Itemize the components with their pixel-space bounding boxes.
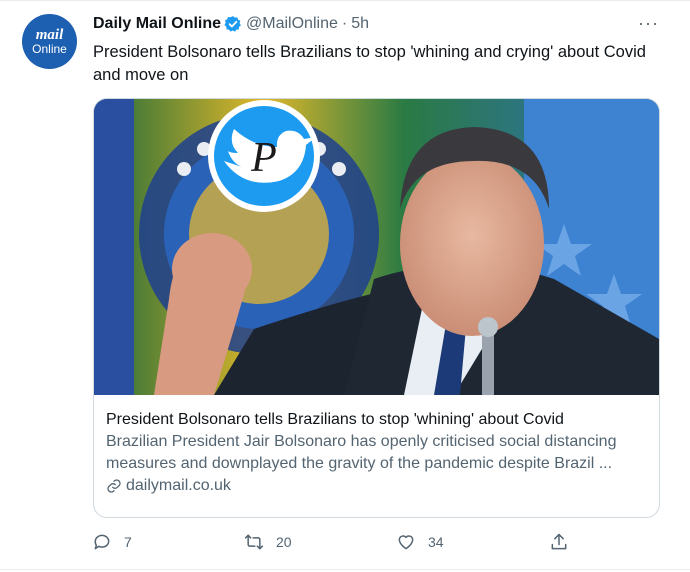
share-button[interactable]	[549, 532, 569, 552]
watermark-letter: P	[250, 135, 277, 181]
verified-badge-icon	[224, 16, 241, 32]
avatar-logo-line1: mail	[35, 26, 64, 43]
card-description-line1: Brazilian President Jair Bolsonaro has o…	[106, 433, 617, 450]
reply-count: 7	[124, 534, 132, 550]
avatar[interactable]: mail Online	[22, 14, 77, 69]
separator-dot: ·	[341, 15, 348, 32]
retweet-button[interactable]: 20	[244, 532, 292, 552]
link-icon	[107, 479, 121, 493]
reply-button[interactable]: 7	[92, 532, 132, 552]
link-card[interactable]: P President Bolsonaro tells Brazilians t…	[93, 98, 660, 518]
tweet-timestamp[interactable]: 5h	[351, 15, 369, 33]
top-divider	[0, 0, 690, 1]
avatar-logo-line2: Online	[32, 41, 67, 56]
like-count: 34	[428, 534, 444, 550]
card-domain: dailymail.co.uk	[106, 475, 651, 497]
like-icon	[398, 535, 414, 550]
more-icon[interactable]: ···	[638, 14, 659, 32]
action-bar: 7 20 34	[0, 532, 690, 554]
card-title: President Bolsonaro tells Brazilians to …	[106, 411, 564, 428]
like-button[interactable]: 34	[396, 532, 444, 552]
card-description-line2: measures and downplayed the gravity of t…	[106, 455, 613, 472]
tweet-text: President Bolsonaro tells Brazilians to …	[93, 43, 646, 84]
bottom-divider	[0, 569, 690, 570]
reply-icon	[94, 534, 110, 550]
retweet-icon	[244, 534, 264, 550]
card-body: President Bolsonaro tells Brazilians to …	[106, 409, 651, 497]
author-handle[interactable]: @MailOnline	[246, 15, 338, 33]
tweet-header: Daily Mail Online @MailOnline · 5h	[93, 15, 369, 33]
card-domain-text: dailymail.co.uk	[126, 477, 231, 494]
card-image: P	[94, 99, 659, 395]
retweet-count: 20	[276, 534, 292, 550]
author-name[interactable]: Daily Mail Online	[93, 15, 221, 33]
share-icon	[551, 533, 567, 550]
